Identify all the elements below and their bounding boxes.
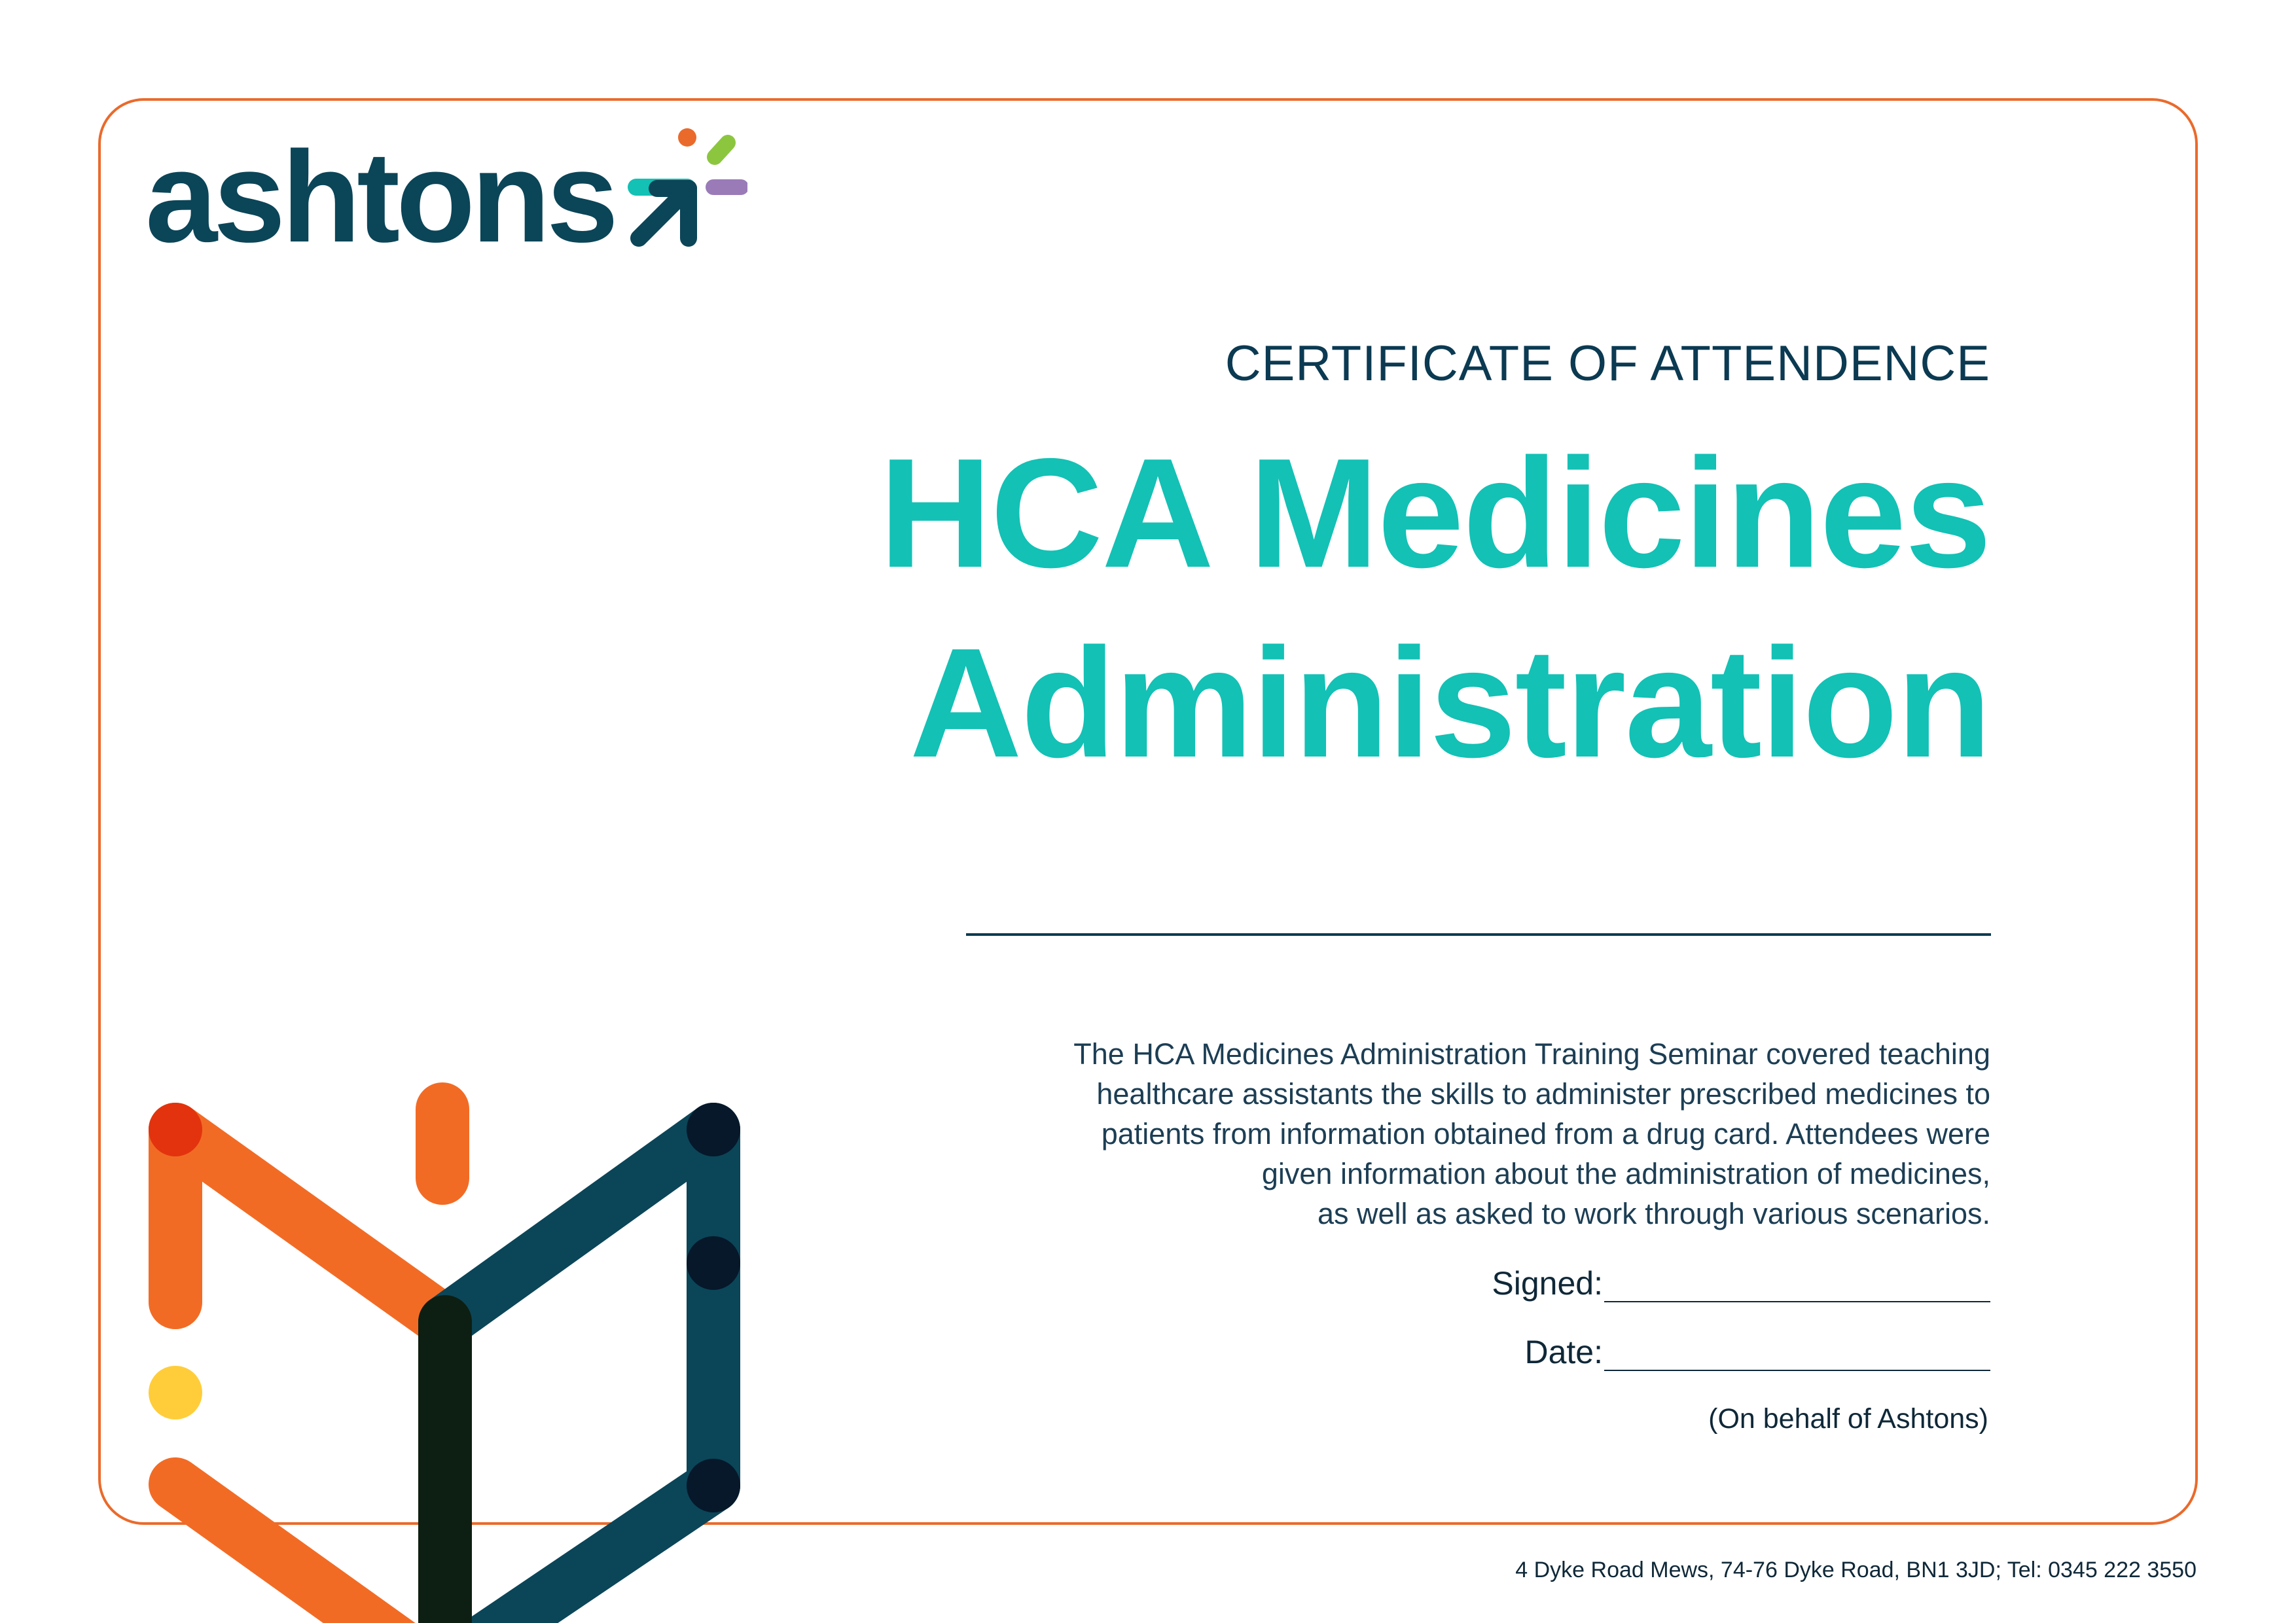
decorative-shapes (149, 1082, 740, 1623)
footer-address: 4 Dyke Road Mews, 74-76 Dyke Road, BN1 3… (1515, 1558, 2197, 1582)
description-line: healthcare assistants the skills to admi… (1096, 1077, 1990, 1111)
course-title-line-1: HCA Medicines (879, 427, 1992, 600)
course-title-line-2: Administration (909, 616, 1992, 790)
description-line: as well as asked to work through various… (1318, 1197, 1990, 1230)
course-description: The HCA Medicines Administration Trainin… (747, 1034, 1990, 1234)
certificate-subtitle: CERTIFICATE OF ATTENDENCE (1225, 336, 1990, 391)
attendee-name-line (966, 933, 1991, 936)
date-field: Date: (1524, 1332, 1990, 1371)
on-behalf-note: (On behalf of Ashtons) (1708, 1403, 1988, 1435)
logo-wordmark: ashtons (145, 124, 619, 269)
description-line: patients from information obtained from … (1101, 1117, 1990, 1150)
signed-field: Signed: (1492, 1263, 1990, 1302)
date-line (1604, 1336, 1990, 1371)
date-label: Date: (1524, 1334, 1603, 1370)
ashtons-logo: ashtons (145, 116, 747, 267)
description-line: given information about the administrati… (1261, 1157, 1990, 1190)
course-title: HCA Medicines Administration (747, 419, 1992, 798)
signed-label: Signed: (1492, 1265, 1603, 1302)
arrow-logo-icon (628, 128, 747, 247)
description-line: The HCA Medicines Administration Trainin… (1073, 1037, 1990, 1071)
signature-line (1604, 1267, 1990, 1302)
